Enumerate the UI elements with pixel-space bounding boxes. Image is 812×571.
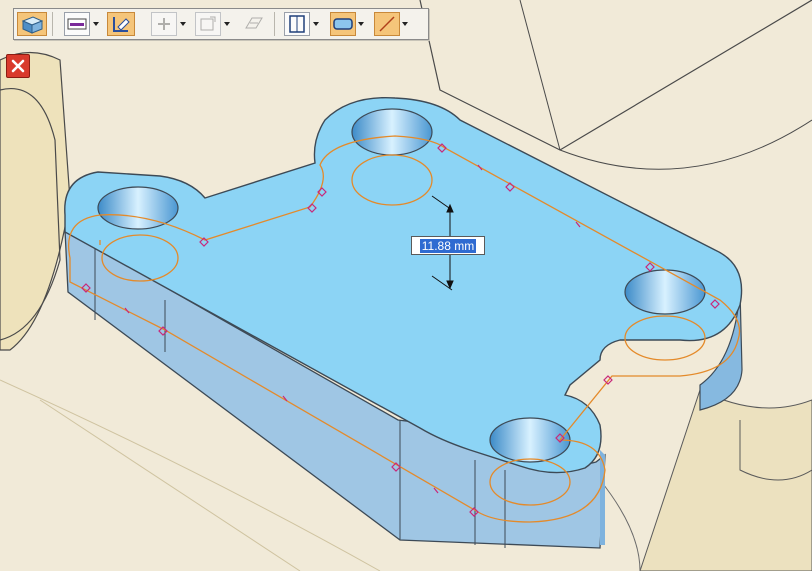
color-dropdown-arrow[interactable] [92,12,100,36]
region-icon[interactable] [195,12,221,36]
line-dropdown-arrow[interactable] [401,12,409,36]
color-swatch-icon[interactable] [64,12,90,36]
plus-icon[interactable] [151,12,177,36]
extent-icon[interactable] [284,12,310,36]
feature-toolbar [13,8,429,40]
sketch-plane-icon[interactable] [107,12,135,36]
extent-dropdown-arrow[interactable] [312,12,320,36]
region-dropdown-arrow[interactable] [223,12,231,36]
close-icon [11,59,25,73]
line-icon[interactable] [374,12,400,36]
close-button[interactable] [6,54,30,78]
dimension-input[interactable]: 11.88 mm [411,236,485,255]
dimension-value: 11.88 mm [419,238,477,253]
part-shaded-icon[interactable] [17,12,47,36]
add-dropdown-arrow[interactable] [179,12,187,36]
profile-dropdown-arrow[interactable] [357,12,365,36]
3d-viewport[interactable] [0,0,812,571]
plane-icon[interactable] [242,12,268,36]
profile-icon[interactable] [330,12,356,36]
